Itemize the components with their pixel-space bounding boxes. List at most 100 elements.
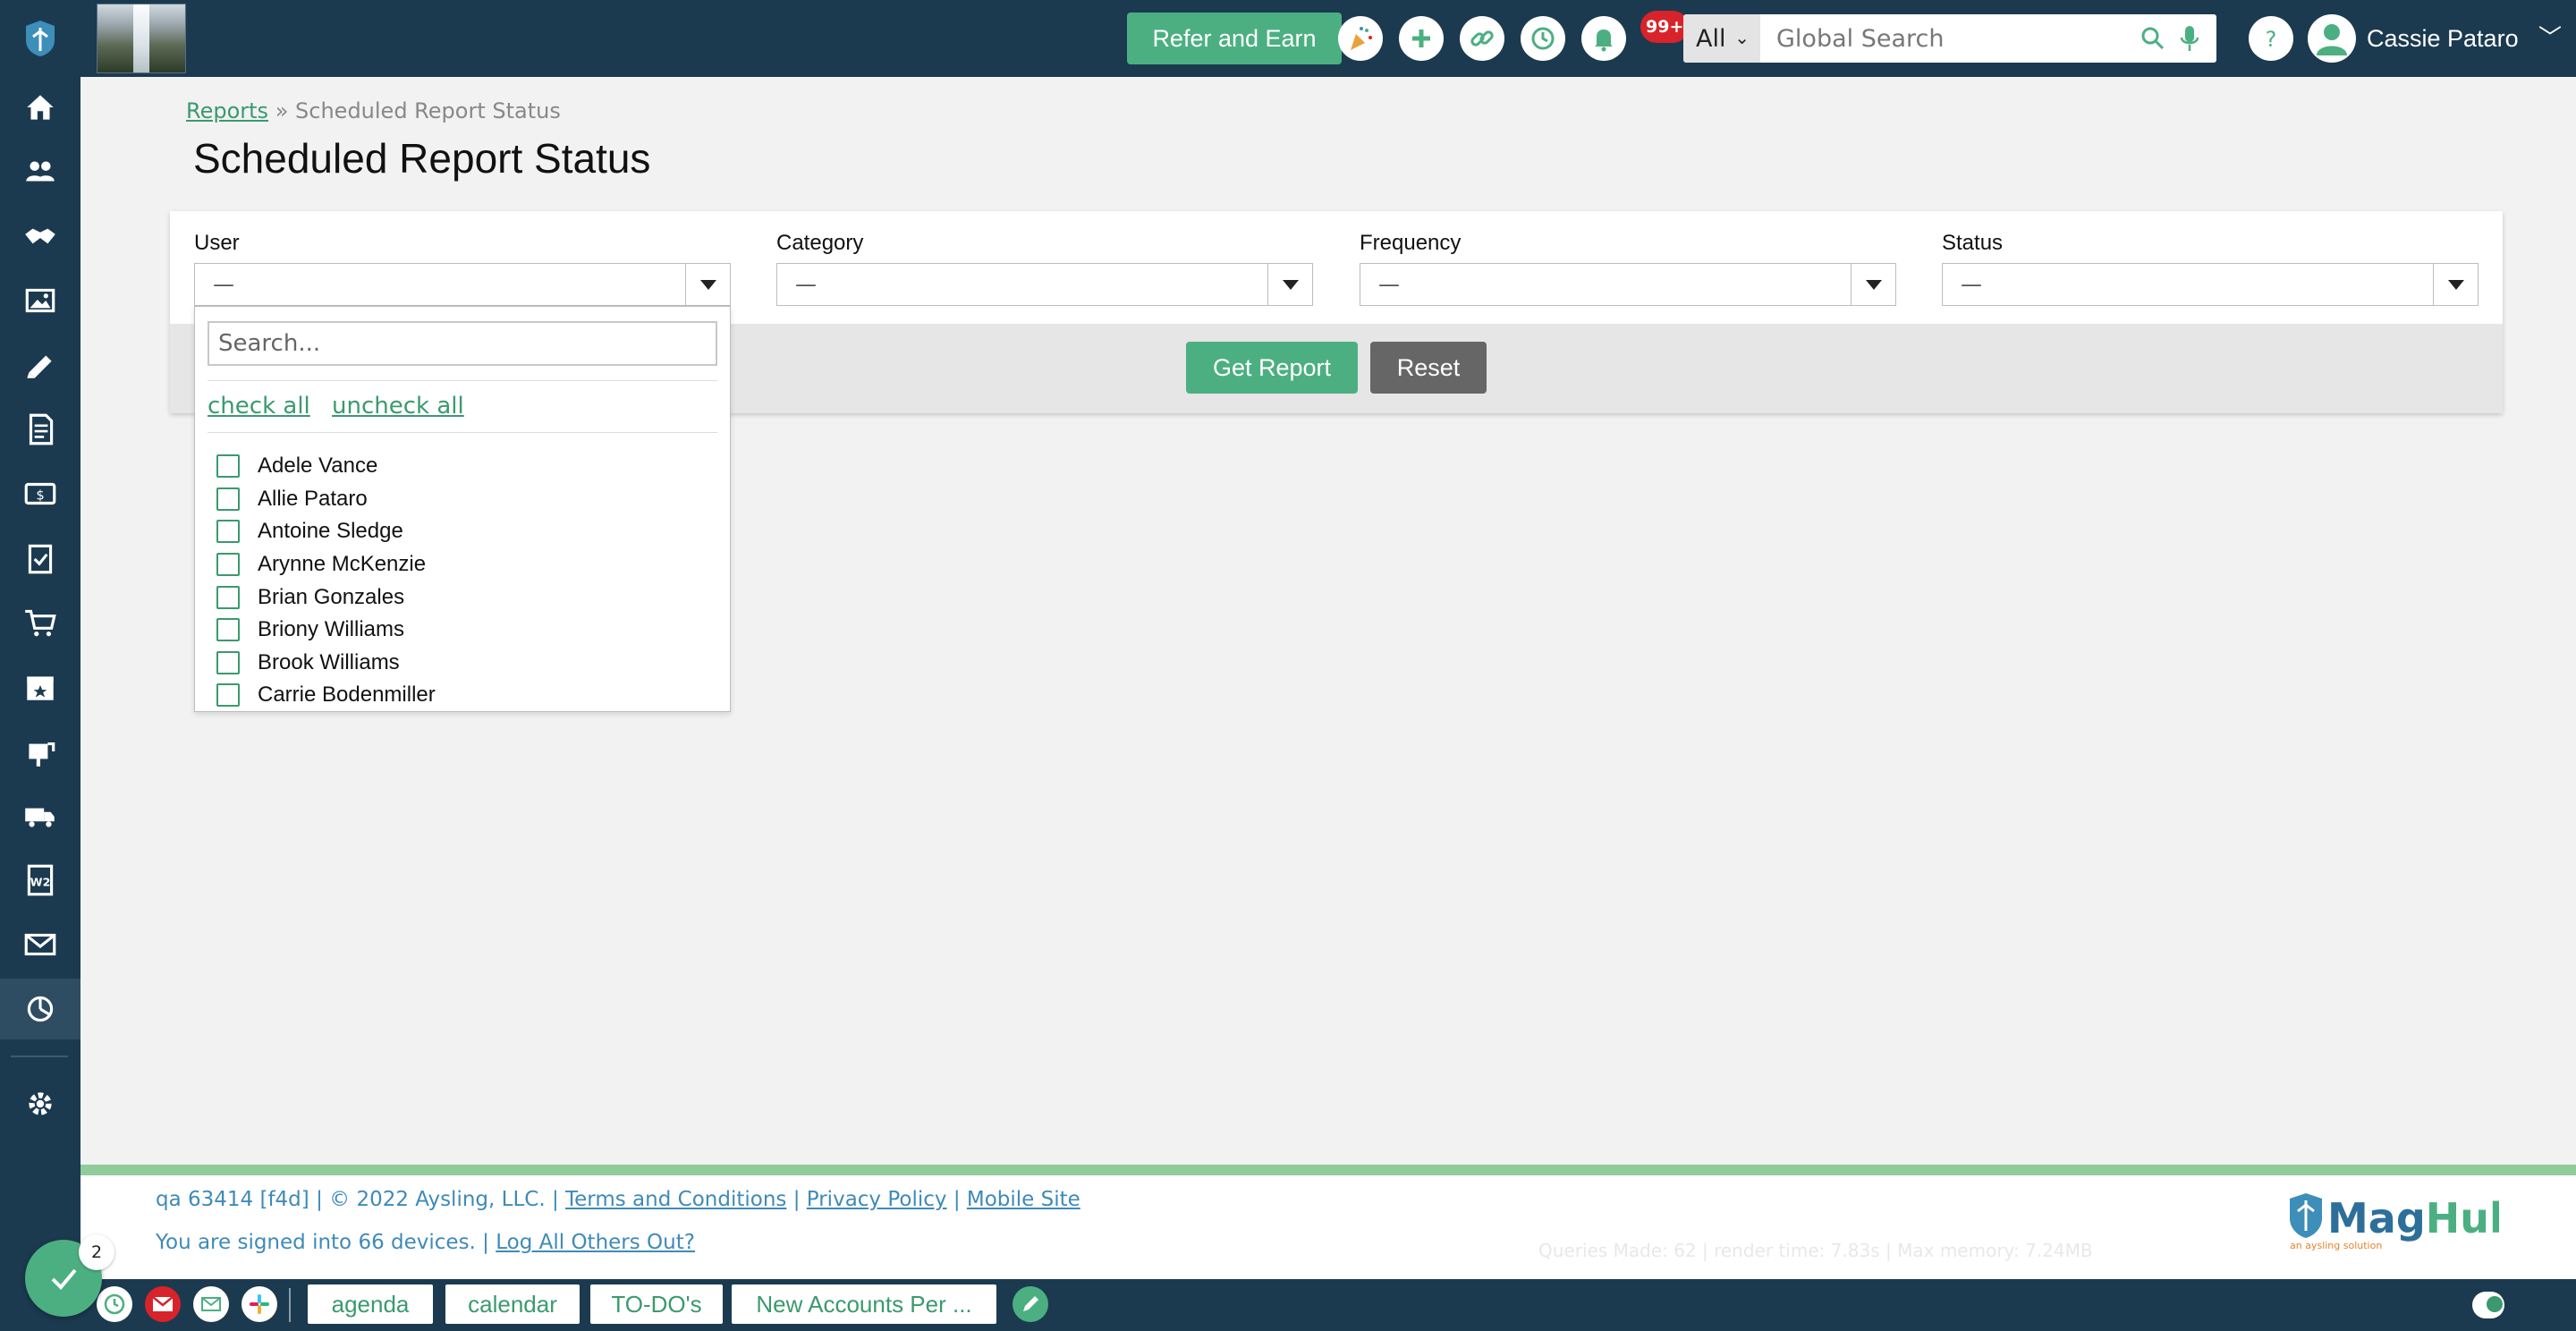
sidebar-item-events[interactable] <box>0 657 80 717</box>
check-links: check all uncheck all <box>208 393 479 420</box>
mobile-site-link[interactable]: Mobile Site <box>967 1188 1080 1211</box>
app-logo-icon[interactable] <box>0 0 80 77</box>
reset-button[interactable]: Reset <box>1370 342 1487 394</box>
sidebar-item-reports[interactable] <box>0 979 80 1039</box>
category-filter-value: — <box>795 272 817 297</box>
get-report-button[interactable]: Get Report <box>1186 342 1358 394</box>
user-option-label: Antoine Sledge <box>258 519 403 544</box>
publication-thumbnail[interactable] <box>97 4 186 73</box>
sidebar-item-payments[interactable]: $ <box>0 463 80 524</box>
outlook-button[interactable] <box>193 1286 229 1322</box>
slack-icon <box>250 1294 269 1314</box>
category-filter-label: Category <box>776 231 864 255</box>
caret-down-icon[interactable] <box>1267 264 1312 305</box>
caret-down-icon[interactable] <box>1851 264 1895 305</box>
celebrate-button[interactable] <box>1338 16 1383 61</box>
user-option[interactable]: Brian Gonzales <box>216 581 717 614</box>
gmail-button[interactable] <box>145 1286 181 1322</box>
checkbox[interactable] <box>216 585 240 609</box>
time-tracking-button[interactable] <box>97 1286 132 1322</box>
tab-todos[interactable]: TO-DO's <box>590 1284 723 1324</box>
sidebar-item-home[interactable] <box>0 77 80 138</box>
bottom-bar-divider <box>289 1288 291 1322</box>
recent-history-button[interactable] <box>1521 16 1565 61</box>
party-popper-icon <box>1351 27 1372 50</box>
user-option-label: Carrie Bodenmiller <box>258 682 436 708</box>
frequency-filter-select[interactable]: — <box>1360 263 1896 306</box>
search-scope-select[interactable]: All ⌄ <box>1683 14 1760 63</box>
checkbox[interactable] <box>216 553 240 577</box>
add-new-button[interactable] <box>1399 16 1444 61</box>
sidebar-item-tasks[interactable] <box>0 528 80 589</box>
user-option[interactable]: Adele Vance <box>216 450 717 483</box>
user-option[interactable]: Briony Williams <box>216 614 717 647</box>
user-option[interactable]: Arynne McKenzie <box>216 548 717 581</box>
svg-text:$: $ <box>36 487 44 503</box>
status-filter-value: — <box>1961 272 1982 297</box>
user-avatar[interactable] <box>2308 14 2356 63</box>
frequency-filter-label: Frequency <box>1360 231 1462 255</box>
user-filter-value: — <box>213 272 234 297</box>
sidebar-item-email[interactable] <box>0 914 80 975</box>
caret-down-icon[interactable] <box>685 264 730 305</box>
media-icon <box>25 288 55 313</box>
toggle-switch[interactable] <box>2472 1292 2504 1318</box>
edit-tabs-button[interactable] <box>1013 1286 1048 1322</box>
sidebar-item-mailbox[interactable] <box>0 721 80 782</box>
svg-text:W2: W2 <box>30 875 51 888</box>
global-search-input[interactable]: Global Search <box>1760 14 2216 63</box>
slack-button[interactable] <box>242 1286 277 1322</box>
user-option-list[interactable]: Adele Vance Allie Pataro Antoine Sledge … <box>216 450 717 711</box>
user-dropdown-search-input[interactable]: Search... <box>208 321 717 366</box>
status-filter-select[interactable]: — <box>1942 263 2479 306</box>
privacy-link[interactable]: Privacy Policy <box>807 1188 947 1211</box>
caret-down-icon[interactable] <box>2433 264 2478 305</box>
sidebar-item-deals[interactable] <box>0 206 80 267</box>
checkbox[interactable] <box>216 683 240 708</box>
checkbox[interactable] <box>216 454 240 479</box>
tab-agenda[interactable]: agenda <box>308 1284 433 1324</box>
refer-and-earn-button[interactable]: Refer and Earn <box>1127 13 1342 64</box>
user-option[interactable]: Antoine Sledge <box>216 515 717 548</box>
breadcrumb: Reports » Scheduled Report Status <box>186 98 561 123</box>
sidebar-item-invoices[interactable] <box>0 399 80 460</box>
quick-links-button[interactable] <box>1460 16 1504 61</box>
uncheck-all-link[interactable]: uncheck all <box>332 393 464 420</box>
user-option[interactable]: Brook Williams <box>216 647 717 680</box>
global-search-placeholder: Global Search <box>1776 24 1945 53</box>
checkbox[interactable] <box>216 618 240 642</box>
w2-form-icon: W2 <box>27 864 54 896</box>
tab-calendar[interactable]: calendar <box>445 1284 580 1324</box>
sidebar-item-production[interactable] <box>0 335 80 395</box>
settings-icon <box>29 1092 52 1115</box>
build-info: qa 63414 [f4d] | © 2022 Aysling, LLC. | <box>156 1188 559 1211</box>
plus-icon <box>1412 30 1430 47</box>
user-option[interactable]: Allie Pataro <box>216 483 717 516</box>
checkbox[interactable] <box>216 520 240 544</box>
user-option-label: Brook Williams <box>258 649 400 674</box>
checkbox[interactable] <box>216 487 240 511</box>
user-name[interactable]: Cassie Pataro <box>2367 18 2519 59</box>
cart-icon <box>25 609 56 637</box>
help-button[interactable]: ? <box>2249 16 2293 61</box>
breadcrumb-reports-link[interactable]: Reports <box>186 98 268 123</box>
check-all-link[interactable]: check all <box>208 393 310 420</box>
microphone-icon[interactable] <box>2179 23 2200 54</box>
sidebar-item-orders[interactable] <box>0 592 80 653</box>
user-option-label: Briony Williams <box>258 617 405 642</box>
notifications-button[interactable] <box>1581 16 1626 61</box>
search-icon[interactable] <box>2140 25 2166 52</box>
user-filter-select[interactable]: — <box>194 263 731 306</box>
user-menu-chevron-icon[interactable]: ﹀ <box>2538 20 2562 53</box>
sidebar-item-distribution[interactable] <box>0 785 80 846</box>
user-option[interactable]: Carrie Bodenmiller <box>216 679 717 711</box>
checkbox[interactable] <box>216 650 240 674</box>
sidebar-item-contacts[interactable] <box>0 141 80 202</box>
terms-link[interactable]: Terms and Conditions <box>565 1188 786 1211</box>
tab-new-accounts[interactable]: New Accounts Per ... <box>732 1284 996 1324</box>
category-filter-select[interactable]: — <box>776 263 1313 306</box>
sidebar-item-media[interactable] <box>0 270 80 331</box>
sidebar-item-w2[interactable]: W2 <box>0 850 80 911</box>
sidebar-item-settings[interactable] <box>0 1073 80 1134</box>
log-out-others-link[interactable]: Log All Others Out? <box>496 1231 695 1254</box>
